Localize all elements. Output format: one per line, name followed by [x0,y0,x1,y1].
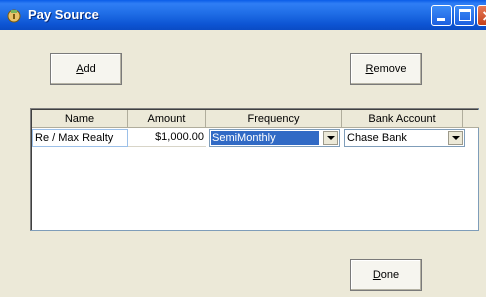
window-title: Pay Source [28,7,99,22]
close-icon: × [481,6,486,25]
column-header-amount[interactable]: Amount [128,110,206,128]
chevron-down-icon [327,136,335,140]
close-button[interactable]: × [477,5,486,26]
maximize-button[interactable] [454,5,475,26]
bank-account-selected-value: Chase Bank [347,132,407,144]
done-button[interactable]: Done [350,259,422,291]
column-header-name[interactable]: Name [32,110,128,128]
column-header-frequency[interactable]: Frequency [206,110,342,128]
name-cell[interactable]: Re / Max Realty [32,129,128,147]
frequency-select[interactable]: SemiMonthly [209,129,340,147]
amount-cell[interactable]: $1,000.00 [128,129,206,147]
grid-header: Name Amount Frequency Bank Account [32,110,479,128]
title-bar[interactable]: Pay Source × [0,0,486,30]
add-button-label: Add [76,63,96,75]
pay-source-app-icon [7,9,21,23]
bank-account-select[interactable]: Chase Bank [344,129,465,147]
chevron-down-icon [452,136,460,140]
minimize-icon [437,18,445,21]
done-button-label: Done [372,269,400,281]
remove-button-label: Remove [365,63,407,75]
column-header-bank-account[interactable]: Bank Account [342,110,463,128]
remove-button[interactable]: Remove [350,53,422,85]
add-button[interactable]: Add [50,53,122,85]
table-row[interactable]: Re / Max Realty $1,000.00 SemiMonthly Ch… [32,129,479,147]
frequency-dropdown-button[interactable] [323,131,338,145]
bank-account-dropdown-button[interactable] [448,131,463,145]
maximize-icon [459,9,471,21]
frequency-selected-value: SemiMonthly [211,131,319,145]
minimize-button[interactable] [431,5,452,26]
pay-source-grid[interactable]: Name Amount Frequency Bank Account Re / … [30,108,479,231]
